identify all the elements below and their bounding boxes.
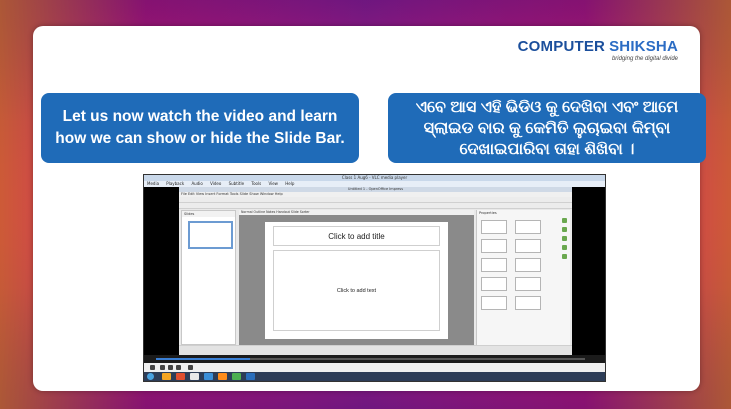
- title-placeholder: Click to add title: [273, 226, 440, 246]
- impress-status-bar: [179, 345, 572, 355]
- stop-icon[interactable]: [168, 365, 173, 370]
- playback-controls: [144, 363, 605, 372]
- text-placeholder: Click to add text: [273, 250, 440, 331]
- sidebar-tool-icon: [562, 218, 567, 223]
- layout-thumb: [481, 296, 507, 310]
- previous-icon[interactable]: [160, 365, 165, 370]
- impress-format-toolbar: [179, 203, 572, 209]
- english-instruction-box: Let us now watch the video and learn how…: [41, 93, 359, 163]
- vlc-menu-audio[interactable]: Audio: [191, 181, 202, 186]
- impress-workspace: Slides Normal Outline Notes Handout Slid…: [179, 210, 572, 345]
- logo-wordmark: COMPUTER SHIKSHA: [518, 38, 678, 55]
- seek-progress: [156, 358, 251, 360]
- taskbar-apps: [162, 373, 255, 380]
- app-icon[interactable]: [232, 373, 241, 380]
- vlc-menu-tools[interactable]: Tools: [251, 181, 261, 186]
- layout-thumb: [515, 258, 541, 272]
- view-tabs: Normal Outline Notes Handout Slide Sorte…: [239, 210, 474, 215]
- app-icon[interactable]: [190, 373, 199, 380]
- slide-page: Click to add title Click to add text: [265, 222, 448, 339]
- vlc-menu-playback[interactable]: Playback: [166, 181, 184, 186]
- logo-tagline: bridging the digital divide: [611, 56, 678, 62]
- next-icon[interactable]: [176, 365, 181, 370]
- slide-edit-area: Normal Outline Notes Handout Slide Sorte…: [239, 210, 474, 345]
- slide-thumbnail: [188, 221, 233, 249]
- video-player-screenshot[interactable]: Class 1 Aug6 - VLC media player Media Pl…: [143, 174, 606, 382]
- layout-thumb: [481, 277, 507, 291]
- fullscreen-icon[interactable]: [188, 365, 193, 370]
- windows-taskbar: [144, 372, 605, 381]
- logo-name-part2: SHIKSHA: [609, 38, 678, 55]
- vlc-menu-subtitle[interactable]: Subtitle: [229, 181, 244, 186]
- computer-shiksha-logo: COMPUTER SHIKSHA bridging the digital di…: [518, 38, 678, 62]
- layout-thumb: [481, 258, 507, 272]
- sidebar-tool-icon: [562, 254, 567, 259]
- app-icon[interactable]: [176, 373, 185, 380]
- impress-window: Untitled 1 - OpenOffice Impress File Edi…: [179, 187, 572, 355]
- start-button-icon[interactable]: [147, 373, 154, 380]
- sidebar-icons: [561, 218, 568, 325]
- properties-title: Properties: [479, 211, 497, 215]
- vlc-menu-video[interactable]: Video: [210, 181, 221, 186]
- video-frame: Untitled 1 - OpenOffice Impress File Edi…: [144, 187, 605, 355]
- vlc-menu-help[interactable]: Help: [285, 181, 294, 186]
- slides-pane: Slides: [181, 210, 236, 345]
- layout-thumb: [515, 296, 541, 310]
- play-icon[interactable]: [150, 365, 155, 370]
- vlc-menu-media[interactable]: Media: [147, 181, 159, 186]
- seek-slider[interactable]: [156, 358, 585, 360]
- logo-name-part1: COMPUTER: [517, 38, 606, 55]
- layout-thumb: [481, 220, 507, 234]
- sidebar-tool-icon: [562, 236, 567, 241]
- properties-panel: Properties: [476, 210, 570, 345]
- folder-icon[interactable]: [162, 373, 171, 380]
- app-icon[interactable]: [204, 373, 213, 380]
- sidebar-tool-icon: [562, 227, 567, 232]
- sidebar-tool-icon: [562, 245, 567, 250]
- slides-pane-title: Slides: [182, 211, 235, 217]
- presentation-slide: COMPUTER SHIKSHA bridging the digital di…: [33, 26, 706, 391]
- layout-thumb: [515, 277, 541, 291]
- seek-bar-area[interactable]: [144, 355, 605, 363]
- vlc-icon[interactable]: [218, 373, 227, 380]
- layout-thumb: [515, 239, 541, 253]
- layout-grid: [481, 220, 543, 310]
- odia-instruction-box: ଏବେ ଆସ ଏହି ଭିଡିଓ କୁ ଦେଖିବା ଏବଂ ଆମେ ସ୍ଲାଇ…: [388, 93, 706, 163]
- layout-thumb: [481, 239, 507, 253]
- app-icon[interactable]: [246, 373, 255, 380]
- vlc-menu-view[interactable]: View: [268, 181, 278, 186]
- layout-thumb: [515, 220, 541, 234]
